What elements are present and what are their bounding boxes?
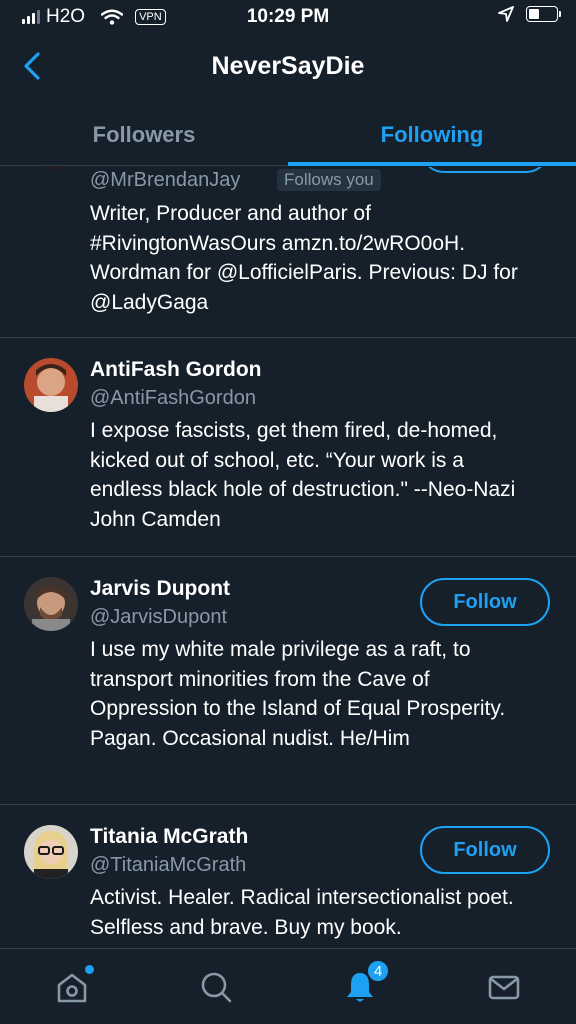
- user-bio: I expose fascists, get them fired, de-ho…: [90, 419, 516, 531]
- user-name: AntiFash Gordon: [90, 358, 262, 381]
- bottom-tab-bar: 4: [0, 948, 576, 1024]
- user-handle: @TitaniaMcGrath: [90, 854, 247, 876]
- avatar[interactable]: [24, 167, 78, 169]
- tab-messages[interactable]: [484, 967, 524, 1007]
- user-bio: Writer, Producer and author of #Rivingto…: [90, 202, 518, 314]
- user-handle: @MrBrendanJay: [90, 169, 241, 191]
- list-item[interactable]: Titania McGrath @TitaniaMcGrath Follow A…: [0, 805, 576, 947]
- nav-header: NeverSayDie: [0, 36, 576, 96]
- tab-bar-top: Followers Following: [0, 104, 576, 166]
- new-content-dot: [85, 965, 94, 974]
- follow-button[interactable]: Follow: [420, 578, 550, 626]
- home-icon: [57, 973, 87, 1003]
- user-list[interactable]: @MrBrendanJay Follows you Follow Writer,…: [0, 167, 576, 947]
- tab-home[interactable]: [52, 965, 94, 1007]
- follow-button[interactable]: Follow: [420, 167, 550, 173]
- page-title: NeverSayDie: [211, 52, 365, 80]
- status-right: [498, 6, 561, 22]
- tab-followers[interactable]: Followers: [0, 104, 288, 165]
- user-handle: @JarvisDupont: [90, 606, 228, 628]
- avatar[interactable]: [24, 577, 78, 631]
- avatar[interactable]: [24, 825, 78, 879]
- search-icon: [201, 972, 232, 1003]
- avatar[interactable]: [24, 358, 78, 412]
- battery-icon: [526, 6, 561, 22]
- notifications-badge: 4: [366, 959, 390, 983]
- status-time: 10:29 PM: [246, 6, 330, 27]
- user-name: Titania McGrath: [90, 825, 249, 848]
- user-handle: @AntiFashGordon: [90, 387, 256, 409]
- follow-button[interactable]: Follow: [420, 826, 550, 874]
- status-bar: H2O VPN 10:29 PM: [0, 0, 576, 36]
- list-item[interactable]: AntiFash Gordon @AntiFashGordon I expose…: [0, 338, 576, 557]
- tab-search[interactable]: [196, 967, 236, 1007]
- envelope-icon: [488, 975, 520, 1000]
- user-name: Jarvis Dupont: [90, 577, 231, 600]
- list-item[interactable]: @MrBrendanJay Follows you Follow Writer,…: [0, 167, 576, 338]
- list-item[interactable]: Jarvis Dupont @JarvisDupont Follow I use…: [0, 557, 576, 805]
- location-arrow-icon: [498, 6, 514, 22]
- user-bio: I use my white male privilege as a raft,…: [90, 638, 506, 750]
- user-bio: Activist. Healer. Radical intersectional…: [90, 886, 514, 939]
- tab-notifications[interactable]: 4: [340, 959, 390, 1007]
- follows-you-badge: Follows you: [277, 169, 381, 191]
- tab-following[interactable]: Following: [288, 104, 576, 166]
